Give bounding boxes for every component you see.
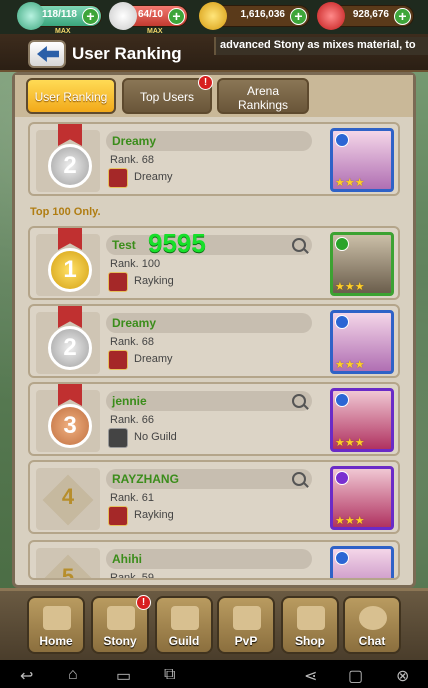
tab-arena-rankings[interactable]: Arena Rankings xyxy=(217,78,309,114)
player-rank: Rank. 66 xyxy=(110,414,155,426)
list-item[interactable]: 5 Ahihi Rank. 59 xyxy=(28,540,400,580)
house-icon xyxy=(43,606,71,630)
player-name: Test xyxy=(112,238,136,252)
avatar: ★★★ xyxy=(330,466,394,530)
list-item[interactable]: 1 Test Rank. 100 Rayking ★★★ xyxy=(28,226,400,300)
top-users-alert-badge: ! xyxy=(198,75,213,90)
treasure-chest-icon xyxy=(297,606,325,630)
add-gems-button[interactable]: + xyxy=(394,8,411,25)
silver-medal-icon: 2 xyxy=(48,326,92,370)
home-nav-icon[interactable]: ⌂ xyxy=(68,666,78,684)
gems-value: 928,676 xyxy=(352,9,389,20)
stamina-potion-icon xyxy=(17,2,45,30)
search-icon[interactable] xyxy=(292,472,306,486)
list-item[interactable]: 4 RAYZHANG Rank. 61 Rayking ★★★ xyxy=(28,460,400,534)
list-item[interactable]: 2 Dreamy Rank. 68 Dreamy ★★★ xyxy=(28,304,400,378)
key-icon xyxy=(109,2,137,30)
game-screen: 118/118 + MAX 64/10 + MAX 1,616,036 + 92… xyxy=(0,0,428,688)
recent-apps-icon[interactable]: ▭ xyxy=(116,666,131,686)
guild-name: Rayking xyxy=(134,275,174,287)
page-title: User Ranking xyxy=(72,44,182,63)
guild-emblem-icon xyxy=(108,506,128,526)
search-icon[interactable] xyxy=(292,238,306,252)
ticker-text: advanced Stony as mixes material, to xyxy=(220,39,416,51)
hp-meter: 64/10 + MAX xyxy=(109,2,188,35)
window-icon[interactable]: ▢ xyxy=(348,666,363,686)
nav-pvp-button[interactable]: PvP xyxy=(217,596,275,654)
guild-name: Rayking xyxy=(134,509,174,521)
no-guild-icon xyxy=(108,428,128,448)
add-stamina-button[interactable]: + xyxy=(82,8,99,25)
player-name: Ahihi xyxy=(112,552,142,566)
player-rank: Rank. 68 xyxy=(110,154,155,166)
player-name: Dreamy xyxy=(112,134,157,148)
guild-emblem-icon xyxy=(108,350,128,370)
water-element-icon xyxy=(335,315,349,329)
gems-meter: 928,676 + xyxy=(317,2,414,30)
player-name: Dreamy xyxy=(112,316,157,330)
player-rank: Rank. 100 xyxy=(110,258,161,270)
guild-name: Dreamy xyxy=(134,171,173,183)
gold-medal-icon: 1 xyxy=(48,248,92,292)
back-nav-icon[interactable]: ↩ xyxy=(20,666,33,686)
avatar: ★★★ xyxy=(330,128,394,192)
guild-name: Dreamy xyxy=(134,353,173,365)
avatar: ★★★ xyxy=(330,232,394,296)
back-button[interactable] xyxy=(28,40,66,68)
bronze-medal-icon: 3 xyxy=(48,404,92,448)
top-100-note: Top 100 Only. xyxy=(30,206,101,218)
player-rank: Rank. 61 xyxy=(110,492,155,504)
stony-alert-badge: ! xyxy=(136,595,151,610)
news-ticker: advanced Stony as mixes material, to xyxy=(214,37,428,55)
list-item[interactable]: 3 jennie Rank. 66 No Guild ★★★ xyxy=(28,382,400,456)
ruby-icon xyxy=(317,2,345,30)
avatar xyxy=(330,546,394,578)
gold-coin-icon xyxy=(199,2,227,30)
nav-home-button[interactable]: Home xyxy=(27,596,85,654)
silver-medal-icon: 2 xyxy=(48,144,92,188)
stamina-meter: 118/118 + MAX xyxy=(17,2,102,35)
nav-guild-button[interactable]: Guild xyxy=(155,596,213,654)
score-overlay: 9595 xyxy=(148,228,206,258)
close-icon[interactable]: ⊗ xyxy=(396,666,409,686)
guild-emblem-icon xyxy=(108,168,128,188)
earth-element-icon xyxy=(335,237,349,251)
avatar: ★★★ xyxy=(330,388,394,452)
chat-bubble-icon xyxy=(359,606,387,630)
player-name: RAYZHANG xyxy=(112,472,179,486)
crossed-swords-icon xyxy=(233,606,261,630)
stamina-value: 118/118 xyxy=(41,9,77,20)
my-rank-card[interactable]: 2 Dreamy Rank. 68 Dreamy ★★★ xyxy=(28,122,400,196)
gold-value: 1,616,036 xyxy=(240,9,286,20)
nav-chat-button[interactable]: Chat xyxy=(343,596,401,654)
water-element-icon xyxy=(335,133,349,147)
dark-element-icon xyxy=(335,471,349,485)
ribbon-icon xyxy=(58,124,82,146)
avatar: ★★★ xyxy=(330,310,394,374)
system-nav-bar xyxy=(0,660,428,688)
back-arrow-icon xyxy=(37,46,59,62)
player-rank: Rank. 59 xyxy=(110,572,155,580)
screenshot-icon[interactable]: ⧉ xyxy=(164,666,175,684)
player-rank: Rank. 68 xyxy=(110,336,155,348)
tab-user-ranking[interactable]: User Ranking xyxy=(26,78,116,114)
player-name: jennie xyxy=(112,394,147,408)
castle-icon xyxy=(171,606,199,630)
guild-name: No Guild xyxy=(134,431,177,443)
resource-bar: 118/118 + MAX 64/10 + MAX 1,616,036 + 92… xyxy=(0,0,428,35)
add-hp-button[interactable]: + xyxy=(168,8,185,25)
hp-value: 64/10 xyxy=(137,9,163,20)
guild-emblem-icon xyxy=(108,272,128,292)
add-gold-button[interactable]: + xyxy=(290,8,307,25)
nav-shop-button[interactable]: Shop xyxy=(281,596,339,654)
gold-meter: 1,616,036 + xyxy=(199,2,310,30)
search-icon[interactable] xyxy=(292,394,306,408)
water-element-icon xyxy=(335,393,349,407)
rock-icon xyxy=(107,606,135,630)
share-icon[interactable]: ⋖ xyxy=(304,666,317,686)
